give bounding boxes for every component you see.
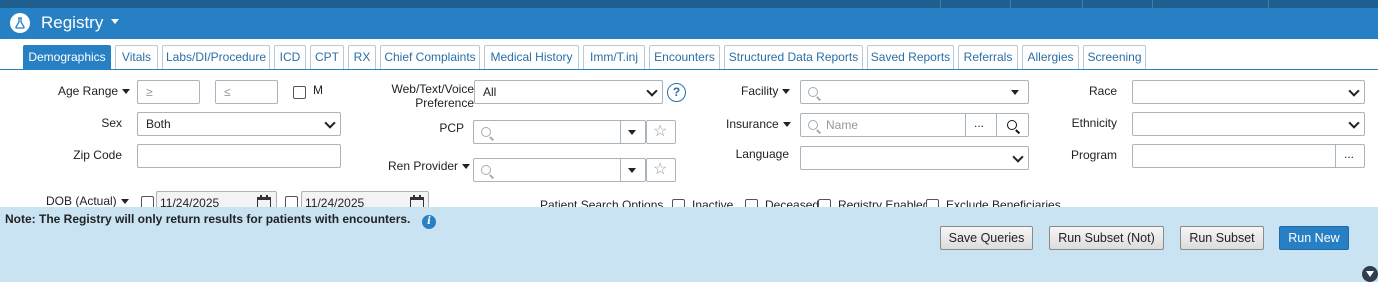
search-icon	[808, 120, 818, 130]
tab-labs-di-procedure[interactable]: Labs/DI/Procedure	[162, 45, 270, 69]
pcp-input[interactable]	[473, 120, 646, 144]
top-nav-item[interactable]	[1268, 0, 1378, 8]
top-nav-item[interactable]	[1082, 0, 1152, 8]
race-label: Race	[1088, 84, 1117, 98]
star-icon: ☆	[653, 161, 668, 178]
race-select[interactable]	[1132, 80, 1365, 104]
page-title[interactable]: Registry	[41, 13, 103, 33]
zip-code-input[interactable]	[137, 144, 341, 168]
caret-down-icon	[462, 164, 471, 170]
tab-rx[interactable]: RX	[348, 45, 376, 69]
pcp-label: PCP	[439, 121, 464, 135]
ren-provider-input[interactable]	[473, 158, 646, 182]
insurance-input[interactable]: Name ...	[800, 113, 1029, 137]
language-label: Language	[735, 147, 789, 161]
run-new-button[interactable]: Run New	[1279, 226, 1349, 250]
preference-value: All	[483, 85, 497, 99]
tab-imm-tinj[interactable]: Imm/T.inj	[583, 45, 645, 69]
flask-icon	[10, 13, 30, 33]
chevron-down-icon	[324, 117, 336, 129]
tab-medical-history[interactable]: Medical History	[484, 45, 579, 69]
tab-vitals[interactable]: Vitals	[115, 45, 158, 69]
dob-label[interactable]: DOB (Actual)	[46, 194, 129, 208]
divider	[996, 114, 997, 136]
ren-provider-label[interactable]: Ren Provider	[388, 159, 471, 173]
run-subset-not-button[interactable]: Run Subset (Not)	[1049, 226, 1164, 250]
months-checkbox[interactable]	[293, 86, 306, 99]
sex-label: Sex	[101, 116, 122, 130]
tab-cpt[interactable]: CPT	[310, 45, 344, 69]
tab-chief-complaints[interactable]: Chief Complaints	[380, 45, 480, 69]
chevron-down-icon	[1348, 117, 1360, 129]
run-subset-button[interactable]: Run Subset	[1180, 226, 1264, 250]
months-label: M	[313, 83, 323, 97]
preference-label: Web/Text/Voice Preference	[391, 82, 475, 110]
age-range-label[interactable]: Age Range	[58, 84, 131, 98]
top-navigation-strip	[0, 0, 1378, 8]
zip-code-label: Zip Code	[73, 148, 122, 162]
tab-demographics[interactable]: Demographics	[23, 45, 111, 69]
tab-icd[interactable]: ICD	[274, 45, 306, 69]
tab-bar: Demographics Vitals Labs/DI/Procedure IC…	[0, 39, 1378, 69]
tab-structured-data-reports[interactable]: Structured Data Reports	[724, 45, 863, 69]
search-icon	[808, 87, 818, 97]
divider	[620, 121, 621, 143]
footer-bar: Note: The Registry will only return resu…	[0, 207, 1378, 282]
divider	[620, 159, 621, 181]
sex-value: Both	[146, 117, 171, 131]
demographics-panel: Age Range ≥ ≤ M Sex Both Zip Code DOB (A…	[0, 69, 1378, 215]
program-label: Program	[1070, 148, 1117, 162]
search-icon[interactable]	[1007, 120, 1017, 130]
age-min-input[interactable]: ≥	[137, 80, 200, 104]
age-max-input[interactable]: ≤	[215, 80, 278, 104]
language-select[interactable]	[800, 146, 1029, 170]
chevron-down-icon[interactable]	[111, 19, 119, 24]
age-min-placeholder: ≥	[146, 85, 153, 99]
chevron-down-icon	[1012, 151, 1024, 163]
pcp-favorite-button[interactable]: ☆	[646, 120, 676, 144]
program-lookup-button[interactable]: ...	[1344, 147, 1354, 161]
insurance-label[interactable]: Insurance	[726, 117, 791, 131]
star-icon: ☆	[653, 123, 668, 140]
save-queries-button[interactable]: Save Queries	[940, 226, 1033, 250]
program-input[interactable]: ...	[1132, 144, 1365, 168]
registry-header: Registry	[0, 8, 1378, 39]
caret-down-icon	[122, 89, 131, 95]
divider	[1335, 145, 1336, 167]
ren-provider-favorite-button[interactable]: ☆	[646, 158, 676, 182]
tab-encounters[interactable]: Encounters	[649, 45, 720, 69]
caret-down-icon[interactable]	[628, 130, 636, 135]
info-icon[interactable]: i	[422, 215, 436, 229]
caret-down-icon	[782, 89, 791, 95]
preference-select[interactable]: All	[474, 80, 663, 104]
insurance-placeholder: Name	[826, 118, 859, 132]
scroll-down-icon[interactable]	[1362, 266, 1378, 282]
caret-down-icon	[782, 122, 791, 128]
caret-down-icon	[120, 199, 129, 205]
ethnicity-select[interactable]	[1132, 112, 1365, 136]
registry-note: Note: The Registry will only return resu…	[5, 212, 411, 226]
age-max-placeholder: ≤	[224, 85, 231, 99]
caret-down-icon[interactable]	[1011, 90, 1019, 95]
chevron-down-icon	[1348, 85, 1360, 97]
facility-label[interactable]: Facility	[741, 84, 791, 98]
top-nav-item[interactable]	[940, 0, 1010, 8]
top-nav-item[interactable]	[1010, 0, 1082, 8]
search-icon	[481, 127, 491, 137]
ethnicity-label: Ethnicity	[1071, 116, 1117, 130]
insurance-lookup-button[interactable]: ...	[974, 116, 984, 130]
help-icon[interactable]: ?	[667, 83, 686, 102]
tab-allergies[interactable]: Allergies	[1022, 45, 1079, 69]
tab-saved-reports[interactable]: Saved Reports	[867, 45, 954, 69]
chevron-down-icon	[646, 85, 658, 97]
divider	[965, 114, 966, 136]
tab-referrals[interactable]: Referrals	[958, 45, 1018, 69]
tab-screening[interactable]: Screening	[1083, 45, 1146, 69]
facility-input[interactable]	[800, 80, 1029, 104]
sex-select[interactable]: Both	[137, 112, 341, 136]
top-nav-item[interactable]	[1152, 0, 1212, 8]
search-icon	[481, 165, 491, 175]
caret-down-icon[interactable]	[628, 168, 636, 173]
